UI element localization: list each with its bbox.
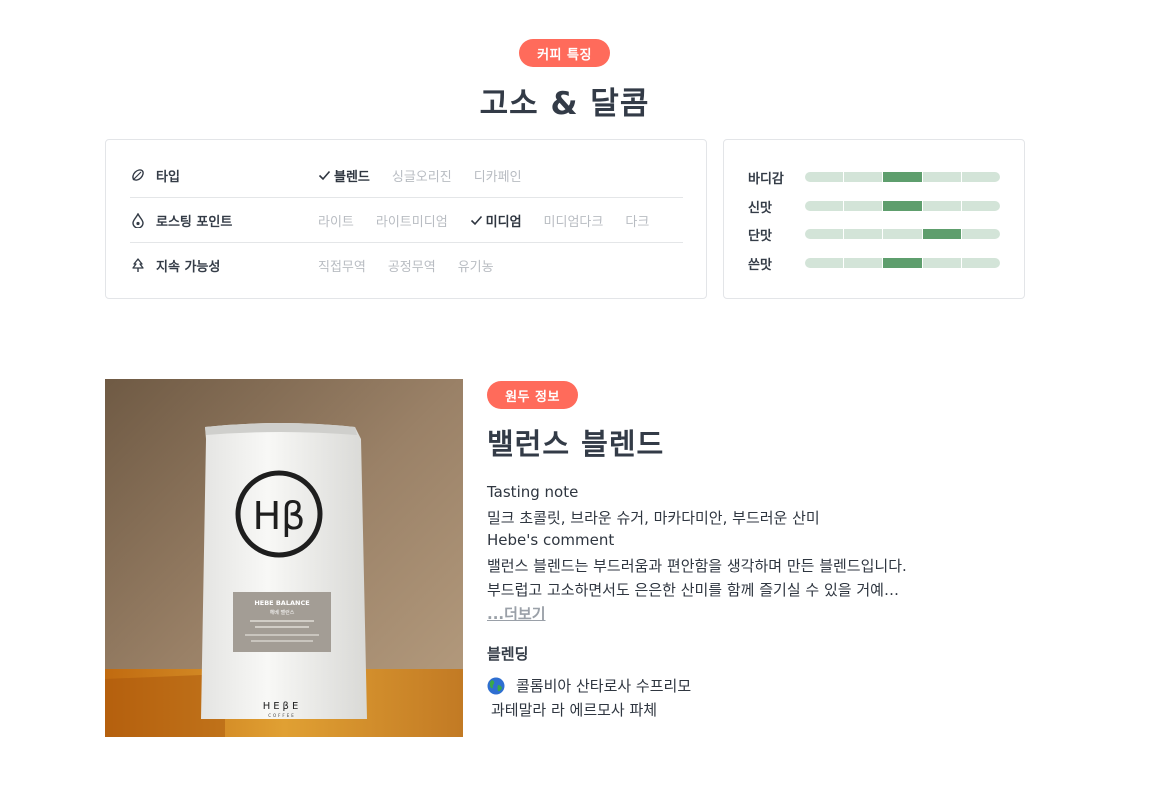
taste-level-segment <box>962 201 1000 211</box>
tasting-note-label: Tasting note <box>487 483 579 501</box>
drop-icon <box>130 212 146 228</box>
taste-label: 바디감 <box>748 171 784 187</box>
origin-item: 콜롬비아 산타로사 수프리모 <box>487 675 691 696</box>
bag-label-title: HEBE BALANCE <box>254 599 309 607</box>
bean-info-badge: 원두 정보 <box>487 381 578 409</box>
option-fair-trade: 공정무역 <box>387 260 436 275</box>
taste-level-segment <box>844 229 884 239</box>
taste-level-segment <box>922 229 962 239</box>
taste-level-bar <box>805 258 1000 268</box>
taste-level-segment <box>962 258 1000 268</box>
option-single-origin: 싱글오리진 <box>391 169 452 185</box>
taste-level-bar <box>805 172 1000 182</box>
taste-level-segment <box>962 229 1000 239</box>
taste-level-segment <box>805 258 845 268</box>
option-decaf: 디카페인 <box>473 169 522 185</box>
taste-level-bar <box>805 201 1000 211</box>
attribute-row-roast: 로스팅 포인트 라이트 라이트미디엄 미디엄 미디엄다크 다크 <box>130 198 683 243</box>
comment-label: Hebe's comment <box>487 531 615 549</box>
option-label: 미디엄 <box>485 214 522 230</box>
origin-name: 콜롬비아 산타로사 수프리모 <box>516 677 692 695</box>
option-medium-dark: 미디엄다크 <box>543 214 604 230</box>
attribute-row-type: 타입 블렌드 싱글오리진 디카페인 <box>130 153 683 198</box>
taste-level-segment <box>962 172 1000 182</box>
option-direct-trade: 직접무역 <box>318 260 366 275</box>
taste-label: 쓴맛 <box>748 257 772 273</box>
taste-row-sweetness: 단맛 <box>748 224 1000 244</box>
origin-item: 과테말라 라 에르모사 파체 <box>491 701 658 719</box>
bag-brand: HEβE <box>263 701 302 712</box>
taste-level-segment <box>805 229 845 239</box>
attribute-options: 직접무역 공정무역 유기농 <box>318 256 494 275</box>
tasting-note: 밀크 초콜릿, 브라운 슈거, 마카다미안, 부드러운 산미 <box>487 509 820 527</box>
comment-text-line-2: 부드럽고 고소하면서도 은은한 산미를 함께 즐기실 수 있을 거예… <box>487 581 899 599</box>
taste-level-segment <box>844 172 884 182</box>
option-light: 라이트 <box>318 214 354 230</box>
bag-brand-sub: COFFEE <box>268 713 296 718</box>
option-dark: 다크 <box>625 214 650 230</box>
taste-level-segment <box>883 229 923 239</box>
taste-level-segment <box>923 201 962 211</box>
taste-level-segment <box>923 258 962 268</box>
taste-label: 신맛 <box>748 200 772 216</box>
globe-icon <box>487 677 505 694</box>
bag-label-subtitle: 헤베 밸런스 <box>270 609 295 616</box>
check-icon <box>470 215 482 225</box>
attribute-label: 로스팅 포인트 <box>156 214 233 230</box>
option-blend: 블렌드 <box>318 166 370 185</box>
taste-level-segment <box>883 201 923 211</box>
option-medium: 미디엄 <box>470 211 522 230</box>
features-title: 고소 & 달콤 <box>479 86 650 122</box>
attributes-card: 타입 블렌드 싱글오리진 디카페인 로스팅 포인트 라이트 라이트미디엄 미디엄… <box>105 139 707 299</box>
taste-level-segment <box>844 201 884 211</box>
attribute-options: 블렌드 싱글오리진 디카페인 <box>318 166 522 185</box>
attribute-options: 라이트 라이트미디엄 미디엄 미디엄다크 다크 <box>318 211 649 230</box>
option-organic: 유기농 <box>457 260 494 275</box>
comment-text-line-1: 밸런스 블렌드는 부드러움과 편안함을 생각하며 만든 블렌드입니다. <box>487 557 907 575</box>
taste-row-body: 바디감 <box>748 167 1000 187</box>
option-label: 블렌드 <box>334 169 370 185</box>
read-more-link[interactable]: ...더보기 <box>487 603 546 624</box>
taste-level-bar <box>805 229 1000 239</box>
taste-level-segment <box>923 172 962 182</box>
taste-level-segment <box>883 258 923 268</box>
attribute-label: 지속 가능성 <box>156 260 221 275</box>
attribute-row-sustainability: 지속 가능성 직접무역 공정무역 유기농 <box>130 243 683 288</box>
attribute-label: 타입 <box>156 169 180 185</box>
product-photo: Hβ HEBE BALANCE 헤베 밸런스 HEβE COFFEE <box>105 379 463 737</box>
taste-level-segment <box>883 172 923 182</box>
tree-icon <box>130 258 146 274</box>
taste-level-segment <box>805 201 845 211</box>
taste-level-segment <box>805 172 845 182</box>
bag-logo: Hβ <box>253 494 306 538</box>
blending-heading: 블렌딩 <box>487 645 529 663</box>
leaf-icon <box>130 167 146 183</box>
taste-row-bitterness: 쓴맛 <box>748 253 1000 273</box>
taste-label: 단맛 <box>748 228 772 244</box>
option-light-medium: 라이트미디엄 <box>375 214 448 230</box>
taste-profile-card: 바디감 신맛 단맛 쓴맛 <box>723 139 1025 299</box>
taste-level-segment <box>844 258 884 268</box>
coffee-features-badge: 커피 특징 <box>519 39 610 67</box>
product-name: 밸런스 블렌드 <box>487 427 665 461</box>
check-icon <box>318 170 331 180</box>
taste-row-acidity: 신맛 <box>748 196 1000 216</box>
